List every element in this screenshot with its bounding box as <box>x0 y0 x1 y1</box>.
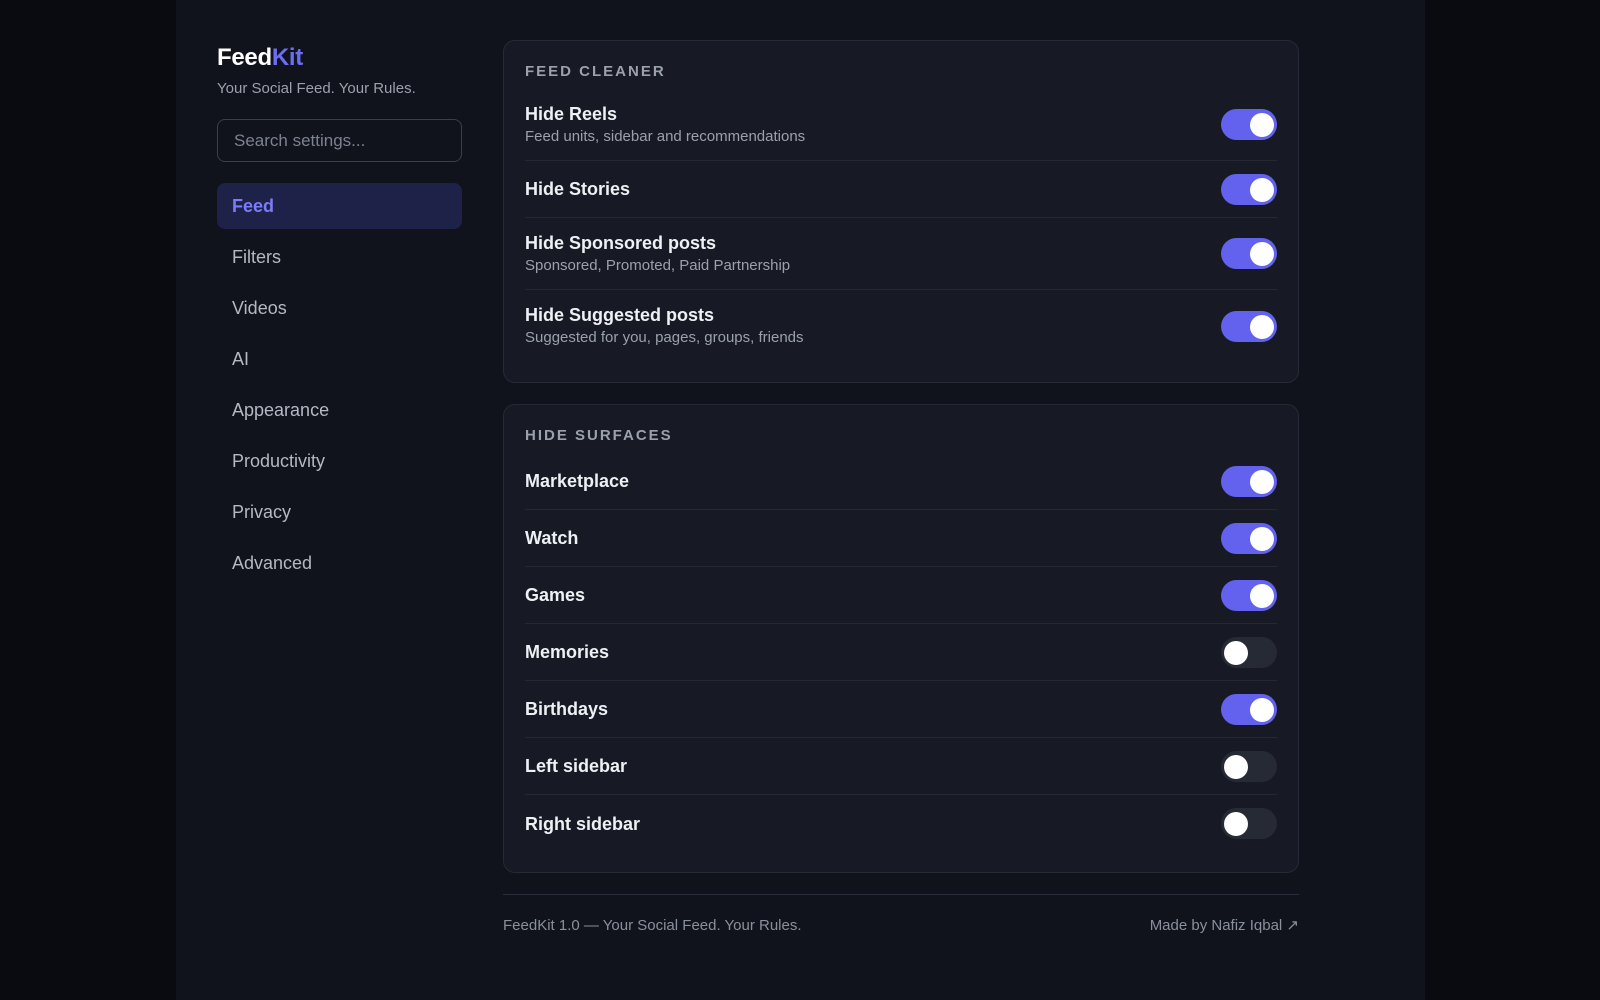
sidebar-item-videos[interactable]: Videos <box>217 285 462 331</box>
watch-toggle[interactable] <box>1221 522 1277 554</box>
section-title: FEED CLEANER <box>525 63 666 80</box>
setting-row-hide-suggested: Hide Suggested posts Suggested for you, … <box>525 290 1277 362</box>
setting-label: Watch <box>525 528 579 548</box>
hide-reels-toggle[interactable] <box>1221 109 1277 140</box>
setting-text: Hide Reels Feed units, sidebar and recom… <box>525 103 805 147</box>
left-sidebar-toggle[interactable] <box>1221 750 1277 782</box>
toggle-knob <box>1250 697 1274 722</box>
toggle-knob <box>1250 177 1274 202</box>
author-link[interactable]: Made by Nafiz Iqbal ↗ <box>1150 916 1299 934</box>
app-window: FeedKit Your Social Feed. Your Rules. Fe… <box>176 0 1425 1000</box>
marketplace-toggle[interactable] <box>1221 465 1277 497</box>
main-content: FEED CLEANER Hide Reels Feed units, side… <box>503 40 1299 934</box>
setting-row-left-sidebar: Left sidebar <box>525 738 1277 795</box>
setting-label: Hide Stories <box>525 179 631 199</box>
search-box <box>217 119 462 162</box>
footer-version-text: FeedKit 1.0 — Your Social Feed. Your Rul… <box>503 916 802 934</box>
right-sidebar-toggle[interactable] <box>1221 808 1277 839</box>
toggle-knob <box>1250 113 1274 137</box>
toggle-knob <box>1224 812 1248 836</box>
search-input[interactable] <box>234 130 445 151</box>
brand-logo: FeedKit <box>217 43 462 73</box>
sidebar-item-productivity[interactable]: Productivity <box>217 438 462 484</box>
memories-toggle[interactable] <box>1221 636 1277 668</box>
brand-tagline: Your Social Feed. Your Rules. <box>217 80 416 97</box>
setting-row-hide-stories: Hide Stories <box>525 161 1277 218</box>
toggle-knob <box>1250 242 1274 266</box>
sidebar: FeedKit Your Social Feed. Your Rules. Fe… <box>217 43 462 591</box>
brand-name-part1: Feed <box>217 44 272 71</box>
setting-row-memories: Memories <box>525 624 1277 681</box>
toggle-knob <box>1250 526 1274 551</box>
feed-cleaner-card: FEED CLEANER Hide Reels Feed units, side… <box>503 40 1299 383</box>
sidebar-item-feed[interactable]: Feed <box>217 183 462 229</box>
setting-description: Feed units, sidebar and recommendations <box>525 127 806 145</box>
sidebar-item-ai[interactable]: AI <box>217 336 462 382</box>
setting-row-hide-sponsored: Hide Sponsored posts Sponsored, Promoted… <box>525 218 1277 290</box>
setting-description: Sponsored, Promoted, Paid Partnership <box>525 256 791 274</box>
setting-label: Hide Suggested posts <box>525 305 715 325</box>
setting-label: Right sidebar <box>525 813 641 834</box>
games-toggle[interactable] <box>1221 579 1277 611</box>
setting-text: Hide Suggested posts Suggested for you, … <box>525 304 804 348</box>
setting-label: Birthdays <box>525 699 609 719</box>
toggle-knob <box>1250 314 1274 339</box>
setting-label: Games <box>525 585 586 605</box>
setting-label: Left sidebar <box>525 756 628 776</box>
setting-description: Suggested for you, pages, groups, friend… <box>525 329 804 346</box>
setting-row-birthdays: Birthdays <box>525 681 1277 738</box>
setting-text: Hide Stories <box>525 178 630 200</box>
sidebar-nav: Feed Filters Videos AI Appearance Produc… <box>217 183 462 586</box>
section-title: HIDE SURFACES <box>525 427 673 444</box>
sidebar-item-advanced[interactable]: Advanced <box>217 540 462 586</box>
setting-row-hide-reels: Hide Reels Feed units, sidebar and recom… <box>525 89 1277 161</box>
hide-sponsored-toggle[interactable] <box>1221 238 1277 269</box>
toggle-knob <box>1224 754 1248 779</box>
setting-label: Memories <box>525 642 610 662</box>
toggle-knob <box>1224 640 1248 665</box>
sidebar-item-privacy[interactable]: Privacy <box>217 489 462 535</box>
setting-label: Marketplace <box>525 471 630 491</box>
sidebar-item-appearance[interactable]: Appearance <box>217 387 462 433</box>
hide-suggested-toggle[interactable] <box>1221 310 1277 342</box>
toggle-knob <box>1250 583 1274 608</box>
footer: FeedKit 1.0 — Your Social Feed. Your Rul… <box>503 916 1299 935</box>
setting-label: Hide Sponsored posts <box>525 232 717 253</box>
footer-divider <box>503 894 1299 895</box>
hide-stories-toggle[interactable] <box>1221 173 1277 205</box>
setting-text: Hide Sponsored posts Sponsored, Promoted… <box>525 232 790 276</box>
sidebar-item-filters[interactable]: Filters <box>217 234 462 280</box>
brand-name-part2: Kit <box>271 44 303 71</box>
hide-surfaces-card: HIDE SURFACES Marketplace Watch Games Me… <box>503 404 1299 873</box>
toggle-knob <box>1250 469 1274 494</box>
setting-row-games: Games <box>525 567 1277 624</box>
setting-row-right-sidebar: Right sidebar <box>525 795 1277 852</box>
setting-label: Hide Reels <box>525 103 618 124</box>
setting-row-watch: Watch <box>525 510 1277 567</box>
setting-row-marketplace: Marketplace <box>525 453 1277 510</box>
birthdays-toggle[interactable] <box>1221 693 1277 725</box>
